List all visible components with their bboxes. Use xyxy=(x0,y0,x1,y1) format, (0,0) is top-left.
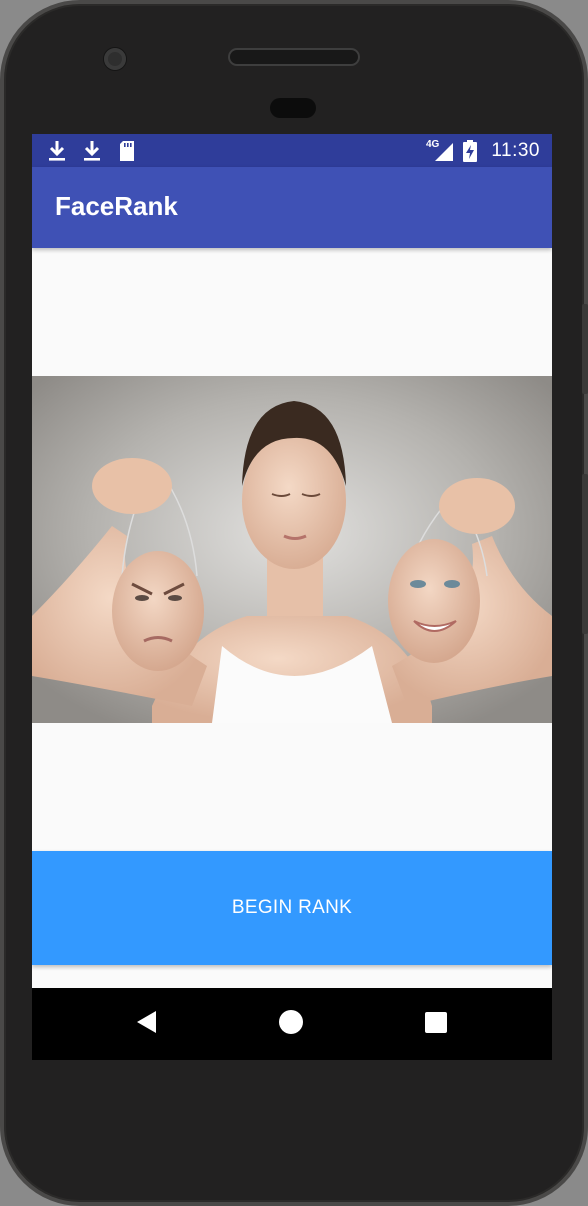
navigation-bar xyxy=(32,988,552,1060)
clock: 11:30 xyxy=(491,140,540,161)
begin-rank-button[interactable]: BEGIN RANK xyxy=(32,851,552,965)
sd-card-icon xyxy=(120,141,134,161)
woman-holding-masks-image xyxy=(32,376,552,723)
volume-button xyxy=(582,474,588,634)
back-icon xyxy=(137,1011,156,1033)
phone-frame: 4G 11:30 FaceRank BEGIN RANK xyxy=(0,0,588,1206)
earpiece-speaker xyxy=(230,50,358,64)
screen: 4G 11:30 FaceRank BEGIN RANK xyxy=(32,134,552,1060)
signal-icon xyxy=(435,143,453,161)
front-camera xyxy=(104,48,126,70)
proximity-sensor xyxy=(270,98,316,118)
download-icon xyxy=(49,141,65,161)
download-icon xyxy=(84,141,100,161)
app-title: FaceRank xyxy=(55,191,178,221)
recents-icon xyxy=(425,1012,447,1033)
recents-button[interactable] xyxy=(386,988,486,1060)
battery-charging-icon xyxy=(463,140,477,162)
hero-image xyxy=(32,376,552,723)
back-button[interactable] xyxy=(97,988,197,1060)
home-icon xyxy=(279,1010,303,1034)
status-bar: 4G 11:30 xyxy=(32,134,552,167)
app-bar: FaceRank xyxy=(32,167,552,248)
home-button[interactable] xyxy=(241,988,341,1060)
power-button xyxy=(582,304,588,394)
